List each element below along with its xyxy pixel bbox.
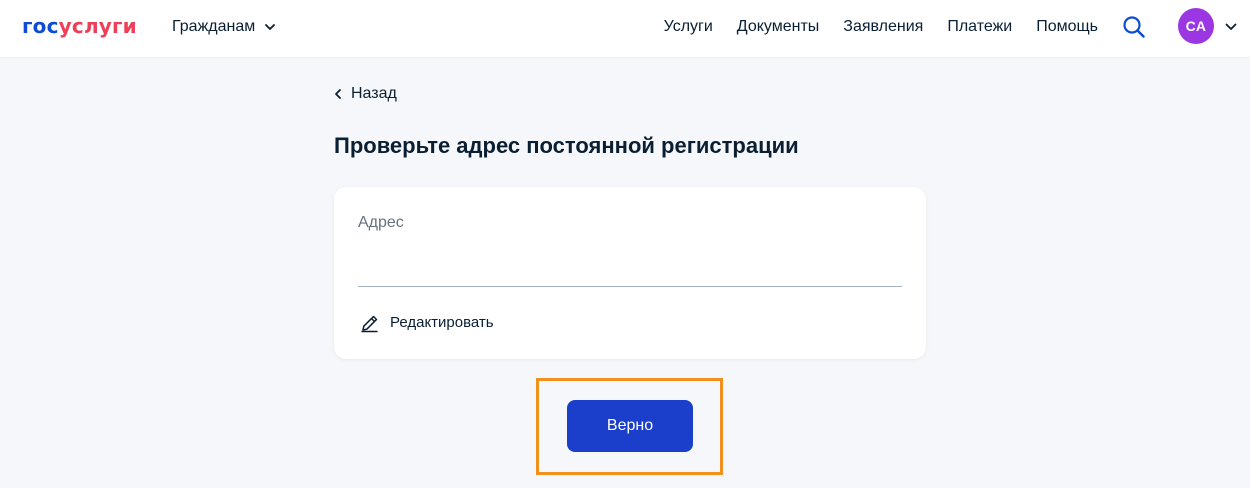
page-title: Проверьте адрес постоянной регистрации (334, 133, 799, 158)
chevron-down-icon[interactable] (1224, 21, 1238, 33)
back-link-label: Назад (351, 85, 397, 102)
nav-item-services[interactable]: Услуги (664, 17, 713, 37)
address-field-label: Адрес (358, 214, 404, 231)
back-link[interactable]: Назад (333, 84, 397, 104)
pencil-icon (361, 315, 378, 333)
nav-item-documents[interactable]: Документы (737, 17, 819, 37)
nav-item-payments[interactable]: Платежи (947, 17, 1012, 37)
chevron-left-icon (335, 89, 341, 99)
main-nav: Услуги Документы Заявления Платежи Помощ… (664, 17, 1098, 37)
chevron-down-icon (265, 24, 276, 30)
address-input[interactable] (358, 245, 902, 287)
header: госуслуги Гражданам Услуги Документы Зая… (0, 0, 1250, 58)
audience-selector[interactable]: Гражданам (172, 17, 276, 37)
edit-address-label: Редактировать (390, 314, 494, 331)
nav-item-help[interactable]: Помощь (1036, 17, 1098, 37)
edit-address-link[interactable]: Редактировать (360, 313, 494, 333)
audience-selector-label: Гражданам (172, 18, 256, 35)
logo-part-gos: гос (22, 14, 59, 38)
logo-part-uslugi: услуги (58, 14, 137, 38)
gosuslugi-logo[interactable]: госуслуги (22, 12, 137, 40)
search-icon[interactable] (1121, 14, 1147, 40)
user-avatar[interactable]: СА (1178, 8, 1214, 44)
nav-item-applications[interactable]: Заявления (843, 17, 923, 37)
confirm-button[interactable]: Верно (567, 400, 693, 452)
address-card: Адрес Редактировать (334, 187, 926, 359)
